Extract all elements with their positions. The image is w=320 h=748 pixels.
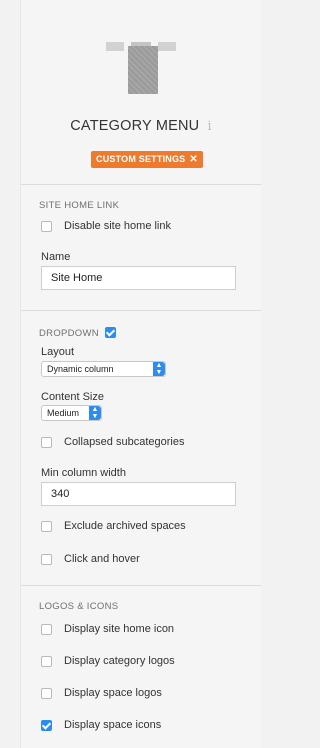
icon-tab-left — [106, 42, 124, 51]
section-heading-site-home-link: SITE HOME LINK — [39, 200, 120, 211]
display-space-icons-checkbox[interactable] — [41, 719, 52, 731]
display-space-logos-checkbox[interactable] — [41, 687, 52, 699]
page-title: CATEGORY MENU i — [21, 118, 261, 134]
disable-site-home-link-checkbox-row[interactable]: Disable site home link — [41, 220, 171, 232]
content-size-select-value: Medium — [47, 408, 80, 418]
dropdown-enabled-checkbox[interactable] — [104, 327, 116, 338]
collapsed-subcategories-row[interactable]: Collapsed subcategories — [41, 436, 184, 448]
click-and-hover-row[interactable]: Click and hover — [41, 553, 140, 565]
content-size-label: Content Size — [41, 391, 104, 403]
display-category-logos-label: Display category logos — [64, 655, 175, 667]
section-heading-dropdown: DROPDOWN — [39, 327, 116, 339]
content-size-select[interactable]: Medium ▲ ▼ — [41, 405, 102, 421]
exclude-archived-spaces-checkbox[interactable] — [41, 520, 52, 532]
title-text: CATEGORY MENU — [70, 118, 200, 134]
disable-site-home-link-label: Disable site home link — [64, 220, 171, 232]
layout-select[interactable]: Dynamic column ▲ ▼ — [41, 361, 166, 377]
icon-tab-right — [158, 42, 176, 51]
display-category-logos-row[interactable]: Display category logos — [41, 655, 175, 667]
display-space-logos-row[interactable]: Display space logos — [41, 687, 162, 699]
info-icon[interactable]: i — [207, 119, 211, 134]
badge-label: CUSTOM SETTINGS — [96, 154, 186, 164]
disable-site-home-link-checkbox[interactable] — [41, 220, 52, 232]
divider — [21, 585, 261, 586]
category-menu-icon — [106, 42, 176, 94]
layout-select-value: Dynamic column — [47, 364, 114, 374]
divider — [21, 184, 261, 185]
min-column-width-label: Min column width — [41, 467, 126, 479]
display-site-home-icon-label: Display site home icon — [64, 623, 175, 635]
settings-panel: CATEGORY MENU i CUSTOM SETTINGS ✕ SITE HOM… — [20, 0, 261, 748]
layout-label: Layout — [41, 346, 75, 358]
dropdown-heading-text: DROPDOWN — [39, 328, 99, 339]
name-label: Name — [41, 251, 71, 263]
click-and-hover-label: Click and hover — [64, 553, 140, 565]
min-column-width-field[interactable]: 340 — [41, 482, 236, 506]
display-category-logos-checkbox[interactable] — [41, 655, 52, 667]
exclude-archived-spaces-row[interactable]: Exclude archived spaces — [41, 520, 186, 532]
icon-body — [128, 46, 158, 94]
display-space-icons-row[interactable]: Display space icons — [41, 719, 161, 731]
collapsed-subcategories-checkbox[interactable] — [41, 436, 52, 448]
custom-settings-badge[interactable]: CUSTOM SETTINGS ✕ — [91, 151, 203, 168]
click-and-hover-checkbox[interactable] — [41, 553, 52, 565]
close-icon[interactable]: ✕ — [189, 154, 198, 165]
name-field[interactable]: Site Home — [41, 266, 236, 290]
exclude-archived-spaces-label: Exclude archived spaces — [64, 520, 186, 532]
divider — [21, 310, 261, 311]
section-heading-logos-icons: LOGOS & ICONS — [39, 601, 119, 612]
display-space-icons-label: Display space icons — [64, 719, 162, 731]
display-space-logos-label: Display space logos — [64, 687, 162, 699]
display-site-home-icon-row[interactable]: Display site home icon — [41, 623, 174, 635]
select-arrows-icon: ▲ ▼ — [153, 362, 165, 376]
collapsed-subcategories-label: Collapsed subcategories — [64, 436, 185, 448]
display-site-home-icon-checkbox[interactable] — [41, 623, 52, 635]
select-arrows-icon: ▲ ▼ — [89, 406, 101, 420]
